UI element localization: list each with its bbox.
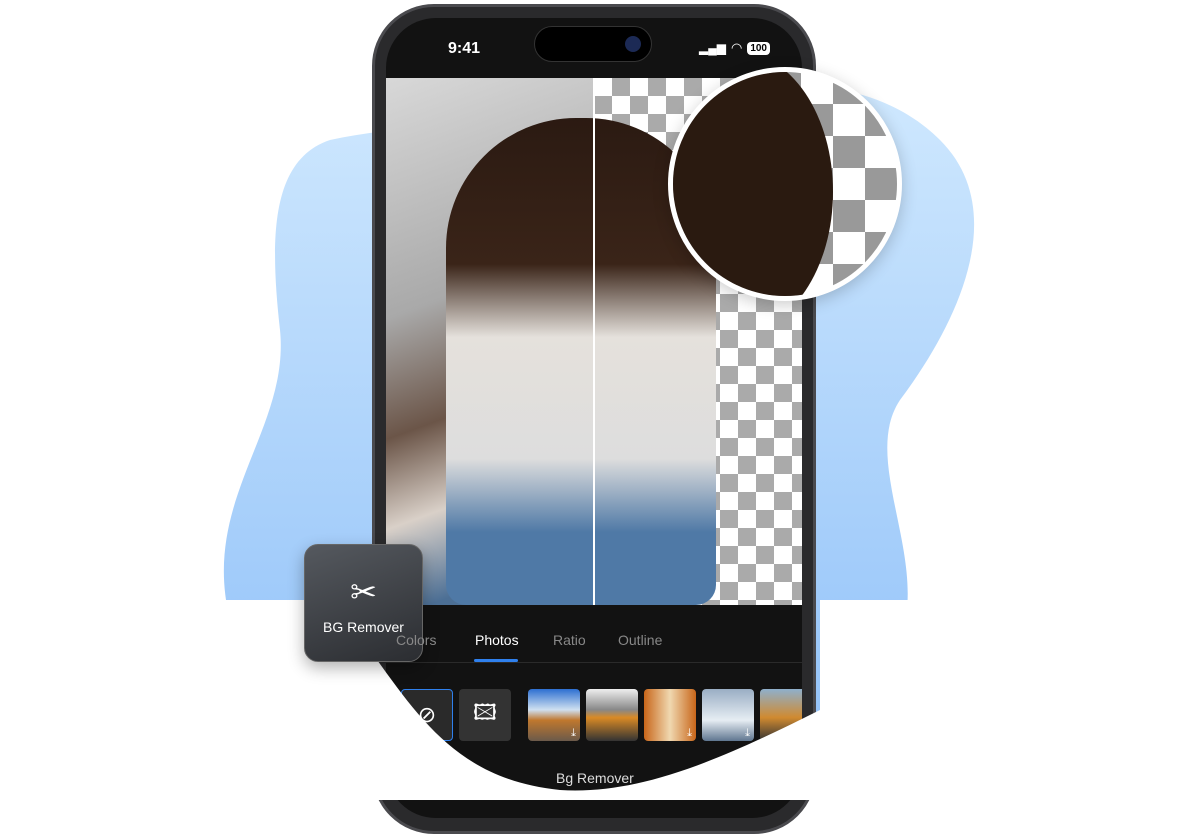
decorative-wave — [0, 600, 1200, 800]
hair-detail — [673, 72, 833, 296]
magnifier-zoom — [668, 67, 902, 301]
scissors-icon: ✂ — [350, 574, 377, 610]
tab-colors[interactable]: Colors — [396, 632, 436, 648]
